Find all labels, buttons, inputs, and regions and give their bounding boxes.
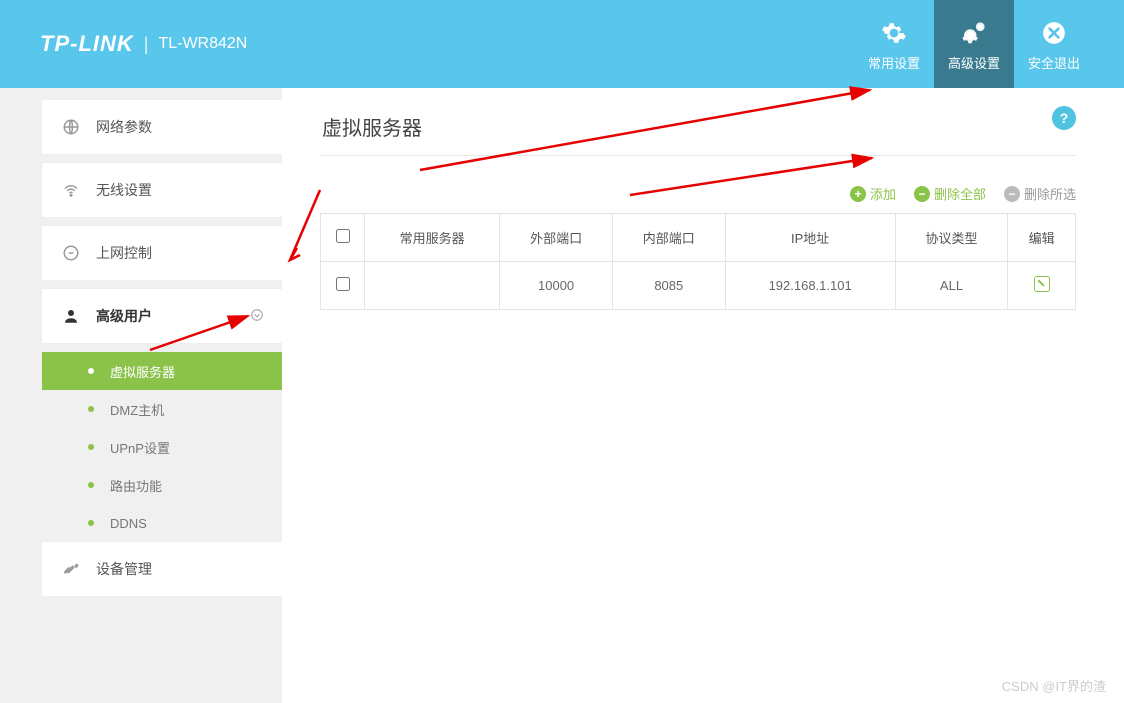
minus-icon: − — [914, 186, 930, 202]
bullet-icon — [88, 444, 94, 450]
add-button[interactable]: +添加 — [850, 184, 896, 203]
col-header: 内部端口 — [612, 214, 725, 262]
table-header-row: 常用服务器 外部端口 内部端口 IP地址 协议类型 编辑 — [321, 214, 1076, 262]
sidebar-sub-routing[interactable]: 路由功能 — [42, 466, 282, 504]
sidebar-sub-label: DMZ主机 — [110, 400, 164, 419]
col-header: IP地址 — [725, 214, 895, 262]
gears-icon — [958, 17, 990, 49]
cell-ext-port: 10000 — [500, 262, 613, 310]
sidebar-sub-label: 路由功能 — [110, 476, 162, 495]
col-header: 常用服务器 — [365, 214, 500, 262]
edit-button[interactable] — [1034, 276, 1050, 292]
delete-selected-button[interactable]: −删除所选 — [1004, 184, 1076, 203]
tools-icon — [60, 558, 82, 580]
bullet-icon — [88, 368, 94, 374]
sidebar-item-network[interactable]: 网络参数 — [42, 100, 282, 154]
sidebar-item-wireless[interactable]: 无线设置 — [42, 163, 282, 217]
brand-logo: TP-LINK — [40, 31, 134, 57]
cell-proto: ALL — [895, 262, 1008, 310]
sidebar: 网络参数 无线设置 上网控制 高级用户 虚拟服务器 DMZ主机 UPnP设置 路… — [0, 88, 282, 703]
sidebar-label: 网络参数 — [96, 117, 152, 137]
sidebar-label: 设备管理 — [96, 559, 152, 579]
bullet-icon — [88, 406, 94, 412]
sidebar-sub-dmz[interactable]: DMZ主机 — [42, 390, 282, 428]
sidebar-sub-label: UPnP设置 — [110, 438, 170, 457]
bullet-icon — [88, 520, 94, 526]
sidebar-label: 上网控制 — [96, 243, 152, 263]
watermark: CSDN @IT界的渣 — [1002, 676, 1106, 695]
sidebar-sub-upnp[interactable]: UPnP设置 — [42, 428, 282, 466]
action-label: 添加 — [870, 184, 896, 203]
cell-ip: 192.168.1.101 — [725, 262, 895, 310]
col-header: 协议类型 — [895, 214, 1008, 262]
sidebar-sub-label: 虚拟服务器 — [110, 362, 175, 381]
sidebar-sub-ddns[interactable]: DDNS — [42, 504, 282, 542]
brand-separator: | — [144, 34, 149, 55]
page-title: 虚拟服务器 — [320, 108, 1076, 156]
sidebar-sub-label: DDNS — [110, 516, 147, 531]
action-label: 删除所选 — [1024, 184, 1076, 203]
exit-icon — [1038, 17, 1070, 49]
cell-server — [365, 262, 500, 310]
sidebar-item-device-mgmt[interactable]: 设备管理 — [42, 542, 282, 596]
col-header: 外部端口 — [500, 214, 613, 262]
control-icon — [60, 242, 82, 264]
sidebar-sub-virtual-server[interactable]: 虚拟服务器 — [42, 352, 282, 390]
action-label: 删除全部 — [934, 184, 986, 203]
select-all-checkbox[interactable] — [336, 229, 350, 243]
col-header: 编辑 — [1008, 214, 1076, 262]
nav-common-settings[interactable]: 常用设置 — [854, 0, 934, 88]
delete-all-button[interactable]: −删除全部 — [914, 184, 986, 203]
nav-label: 高级设置 — [948, 53, 1000, 72]
plus-icon: + — [850, 186, 866, 202]
action-bar: +添加 −删除全部 −删除所选 — [320, 184, 1076, 203]
sidebar-item-advanced-user[interactable]: 高级用户 — [42, 289, 282, 343]
sidebar-item-access-control[interactable]: 上网控制 — [42, 226, 282, 280]
gear-icon — [878, 17, 910, 49]
user-icon — [60, 305, 82, 327]
globe-icon — [60, 116, 82, 138]
sidebar-subnav: 虚拟服务器 DMZ主机 UPnP设置 路由功能 DDNS — [42, 352, 282, 542]
nav-logout[interactable]: 安全退出 — [1014, 0, 1094, 88]
model-label: TL-WR842N — [158, 35, 247, 53]
cell-int-port: 8085 — [612, 262, 725, 310]
chevron-down-icon — [250, 308, 264, 325]
virtual-server-table: 常用服务器 外部端口 内部端口 IP地址 协议类型 编辑 10000 8085 … — [320, 213, 1076, 310]
main-content: 虚拟服务器 ? +添加 −删除全部 −删除所选 常用服务器 外部端口 内部端口 … — [282, 88, 1124, 703]
nav-label: 常用设置 — [868, 53, 920, 72]
header: TP-LINK | TL-WR842N 常用设置 高级设置 安全退出 — [0, 0, 1124, 88]
sidebar-label: 高级用户 — [96, 306, 152, 326]
minus-icon: − — [1004, 186, 1020, 202]
nav-label: 安全退出 — [1028, 53, 1080, 72]
nav-advanced-settings[interactable]: 高级设置 — [934, 0, 1014, 88]
table-row: 10000 8085 192.168.1.101 ALL — [321, 262, 1076, 310]
row-checkbox[interactable] — [336, 277, 350, 291]
wifi-icon — [60, 179, 82, 201]
sidebar-label: 无线设置 — [96, 180, 152, 200]
help-button[interactable]: ? — [1052, 106, 1076, 130]
bullet-icon — [88, 482, 94, 488]
